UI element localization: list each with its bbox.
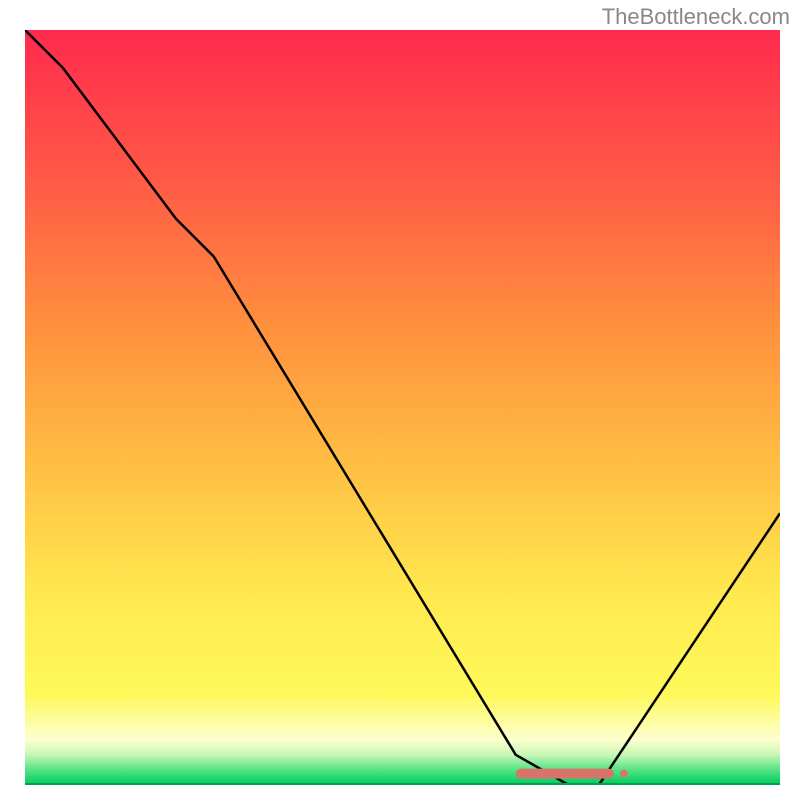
gradient-background (25, 30, 780, 785)
optimal-range-dot (620, 770, 628, 778)
chart-plot-area (25, 30, 780, 785)
chart-svg (25, 30, 780, 785)
optimal-range-marker (516, 769, 614, 779)
watermark-text: TheBottleneck.com (602, 4, 790, 30)
chart-container: TheBottleneck.com (0, 0, 800, 800)
